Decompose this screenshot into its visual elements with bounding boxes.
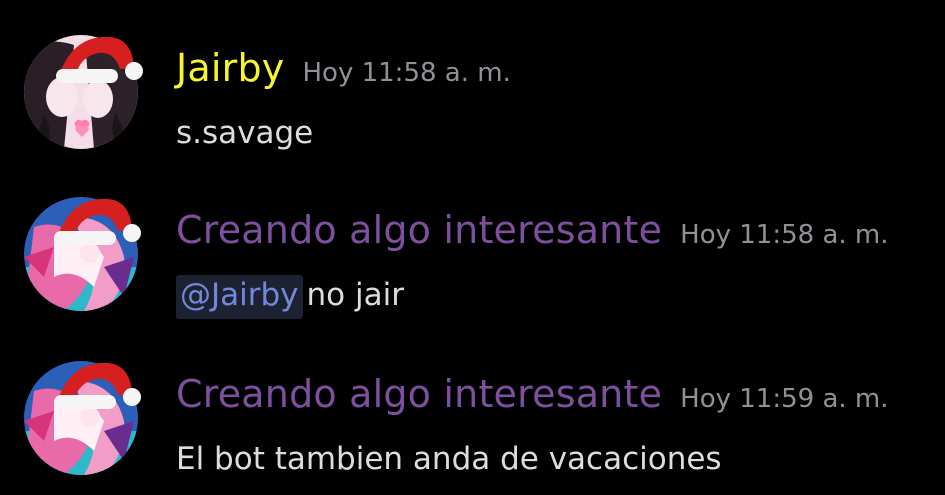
username[interactable]: Creando algo interesante bbox=[176, 207, 662, 253]
chat-message: Creando algo interesante Hoy 11:58 a. m.… bbox=[0, 197, 945, 337]
chat-message: Creando algo interesante Hoy 11:59 a. m.… bbox=[0, 361, 945, 495]
santa-hat-icon bbox=[56, 36, 143, 83]
message-header: Jairby Hoy 11:58 a. m. bbox=[176, 45, 511, 96]
timestamp: Hoy 11:58 a. m. bbox=[680, 220, 889, 250]
santa-hat-icon bbox=[54, 198, 141, 245]
chat-message: Jairby Hoy 11:58 a. m. s.savage bbox=[0, 35, 945, 175]
user-mention[interactable]: @Jairby bbox=[176, 275, 303, 319]
message-text: El bot tambien anda de vacaciones bbox=[176, 441, 722, 477]
message-text: no jair bbox=[306, 277, 404, 313]
message-header: Creando algo interesante Hoy 11:59 a. m. bbox=[176, 371, 889, 422]
message-content: s.savage bbox=[176, 113, 313, 153]
username[interactable]: Creando algo interesante bbox=[176, 371, 662, 417]
message-content: El bot tambien anda de vacaciones bbox=[176, 439, 722, 479]
timestamp: Hoy 11:59 a. m. bbox=[680, 384, 889, 414]
message-header: Creando algo interesante Hoy 11:58 a. m. bbox=[176, 207, 889, 258]
user-avatar[interactable] bbox=[24, 197, 141, 311]
santa-hat-icon bbox=[54, 362, 141, 409]
message-text: s.savage bbox=[176, 115, 314, 151]
username[interactable]: Jairby bbox=[176, 45, 284, 91]
chat-message-list: Jairby Hoy 11:58 a. m. s.savage Creando … bbox=[0, 0, 945, 495]
user-avatar[interactable] bbox=[24, 361, 141, 475]
message-content: @Jairby no jair bbox=[176, 275, 404, 319]
timestamp: Hoy 11:58 a. m. bbox=[302, 58, 511, 88]
user-avatar[interactable] bbox=[24, 35, 143, 149]
